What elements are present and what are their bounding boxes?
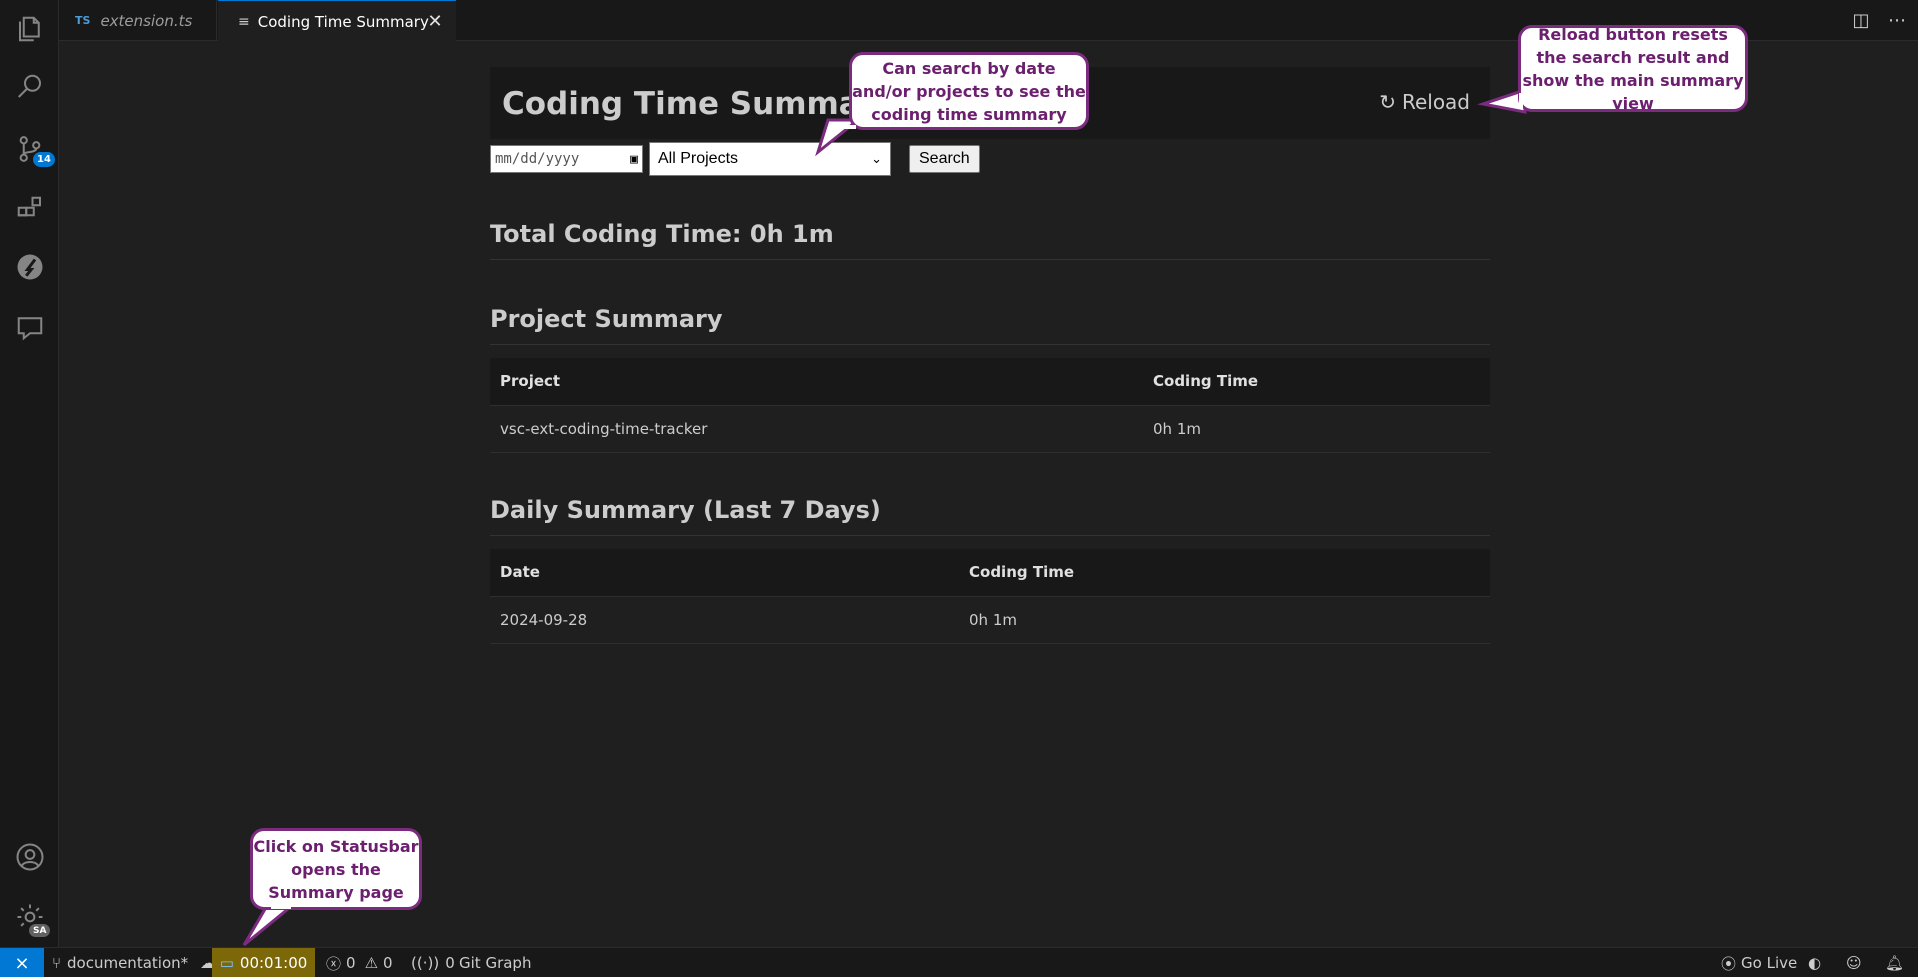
git-graph-button[interactable] <box>0 238 59 296</box>
activity-bar: 14 SA <box>0 0 59 947</box>
calendar-icon[interactable]: ▣ <box>630 152 638 167</box>
editor-actions: ◫ ⋯ <box>1850 0 1908 41</box>
coding-time-cell: 0h 1m <box>959 596 1490 644</box>
table-header-row: Date Coding Time <box>490 549 1490 597</box>
reload-label: Reload <box>1401 90 1470 114</box>
project-name-cell: vsc-ext-coding-time-tracker <box>490 405 1143 453</box>
date-placeholder: mm/dd/yyyy <box>495 151 580 167</box>
tab-label: extension.ts <box>100 11 193 30</box>
statusbar-callout: Click on Statusbar opens the Summary pag… <box>250 828 422 910</box>
go-live-button[interactable]: ⦿ Go Live <box>1721 948 1797 977</box>
document-icon: ≡ <box>238 13 250 30</box>
account-initials-badge: SA <box>27 922 53 939</box>
warning-count: 0 <box>383 954 393 972</box>
comments-icon <box>17 317 42 341</box>
total-coding-time: Total Coding Time: 0h 1m <box>490 220 834 248</box>
branch-indicator[interactable]: ⑂ documentation* ☁ <box>52 948 215 977</box>
remote-indicator[interactable]: ⨯ <box>0 948 44 977</box>
tab-label: Coding Time Summary <box>257 12 429 31</box>
divider <box>490 535 1490 536</box>
divider <box>490 344 1490 345</box>
search-button[interactable] <box>0 58 59 116</box>
search-form: mm/dd/yyyy ▣ All Projects ⌄ Search <box>490 142 980 176</box>
page-title: Coding Time Summary <box>502 86 896 122</box>
date-cell: 2024-09-28 <box>490 596 959 644</box>
error-count: 0 <box>346 954 356 972</box>
broadcast-icon: ((·)) <box>411 954 440 972</box>
coding-time-cell: 0h 1m <box>1143 405 1490 453</box>
project-summary-table: Project Coding Time vsc-ext-coding-time-… <box>490 358 1490 453</box>
scm-count-badge: 14 <box>31 150 57 169</box>
project-summary-title: Project Summary <box>490 305 723 333</box>
search-icon <box>17 74 41 98</box>
tab-extension-ts[interactable]: TS extension.ts <box>59 0 217 41</box>
problems-indicator[interactable]: ⓧ 0 ⚠ 0 <box>326 948 393 977</box>
tab-coding-time-summary[interactable]: ≡ Coding Time Summary ✕ <box>218 0 456 42</box>
divider <box>490 259 1490 260</box>
status-bar: ⨯ ⑂ documentation* ☁ ▭ 00:01:00 ⓧ 0 ⚠ 0 … <box>0 947 1918 977</box>
more-actions-icon[interactable]: ⋯ <box>1886 10 1908 31</box>
account-icon <box>16 843 43 871</box>
coding-timer[interactable]: ▭ 00:01:00 <box>212 948 315 977</box>
files-icon <box>18 16 40 42</box>
accounts-button[interactable] <box>0 828 59 886</box>
daily-summary-title: Daily Summary (Last 7 Days) <box>490 496 881 524</box>
theme-toggle-icon[interactable]: ◐ <box>1808 948 1821 977</box>
go-live-label: Go Live <box>1741 954 1798 972</box>
project-select-value: All Projects <box>658 150 739 167</box>
table-header-row: Project Coding Time <box>490 358 1490 406</box>
broadcast-icon: ⦿ <box>1721 954 1737 973</box>
error-icon: ⓧ <box>326 954 342 973</box>
column-header-coding-time: Coding Time <box>1143 358 1490 406</box>
remote-icon: ⨯ <box>14 952 30 974</box>
git-graph-icon <box>17 254 42 280</box>
warning-icon: ⚠ <box>364 954 379 972</box>
date-input[interactable]: mm/dd/yyyy ▣ <box>490 145 643 173</box>
copilot-icon[interactable]: ☺ <box>1846 948 1862 977</box>
typescript-icon: TS <box>75 14 91 27</box>
column-header-project: Project <box>490 358 1143 406</box>
laptop-icon: ▭ <box>219 954 234 972</box>
ports-indicator[interactable]: ((·)) 0 <box>411 948 455 977</box>
daily-summary-table: Date Coding Time 2024-09-28 0h 1m <box>490 549 1490 644</box>
table-row: 2024-09-28 0h 1m <box>490 596 1490 644</box>
close-icon[interactable]: ✕ <box>424 10 446 32</box>
notifications-bell-icon[interactable]: 🔔︎ <box>1885 948 1904 977</box>
timer-value: 00:01:00 <box>239 954 308 972</box>
reload-callout: Reload button resets the search result a… <box>1518 25 1748 113</box>
project-select[interactable]: All Projects ⌄ <box>649 142 891 176</box>
split-editor-icon[interactable]: ◫ <box>1850 10 1872 31</box>
extensions-button[interactable] <box>0 180 59 238</box>
git-branch-icon: ⑂ <box>52 954 62 972</box>
reload-icon: ↻ <box>1379 90 1396 114</box>
column-header-coding-time: Coding Time <box>959 549 1490 597</box>
git-graph-status[interactable]: Git Graph <box>459 948 531 977</box>
reload-button[interactable]: ↻ Reload <box>1379 90 1470 114</box>
explorer-button[interactable] <box>0 0 59 58</box>
extensions-icon <box>17 196 41 217</box>
ports-count: 0 <box>445 954 455 972</box>
branch-name: documentation* <box>67 954 189 972</box>
search-button[interactable]: Search <box>909 145 980 173</box>
column-header-date: Date <box>490 549 959 597</box>
source-control-button[interactable]: 14 <box>0 120 59 178</box>
manage-button[interactable]: SA <box>0 888 59 946</box>
table-row: vsc-ext-coding-time-tracker 0h 1m <box>490 405 1490 453</box>
search-callout: Can search by date and/or projects to se… <box>849 52 1089 130</box>
chevron-down-icon: ⌄ <box>871 151 882 166</box>
comments-button[interactable] <box>0 298 59 356</box>
